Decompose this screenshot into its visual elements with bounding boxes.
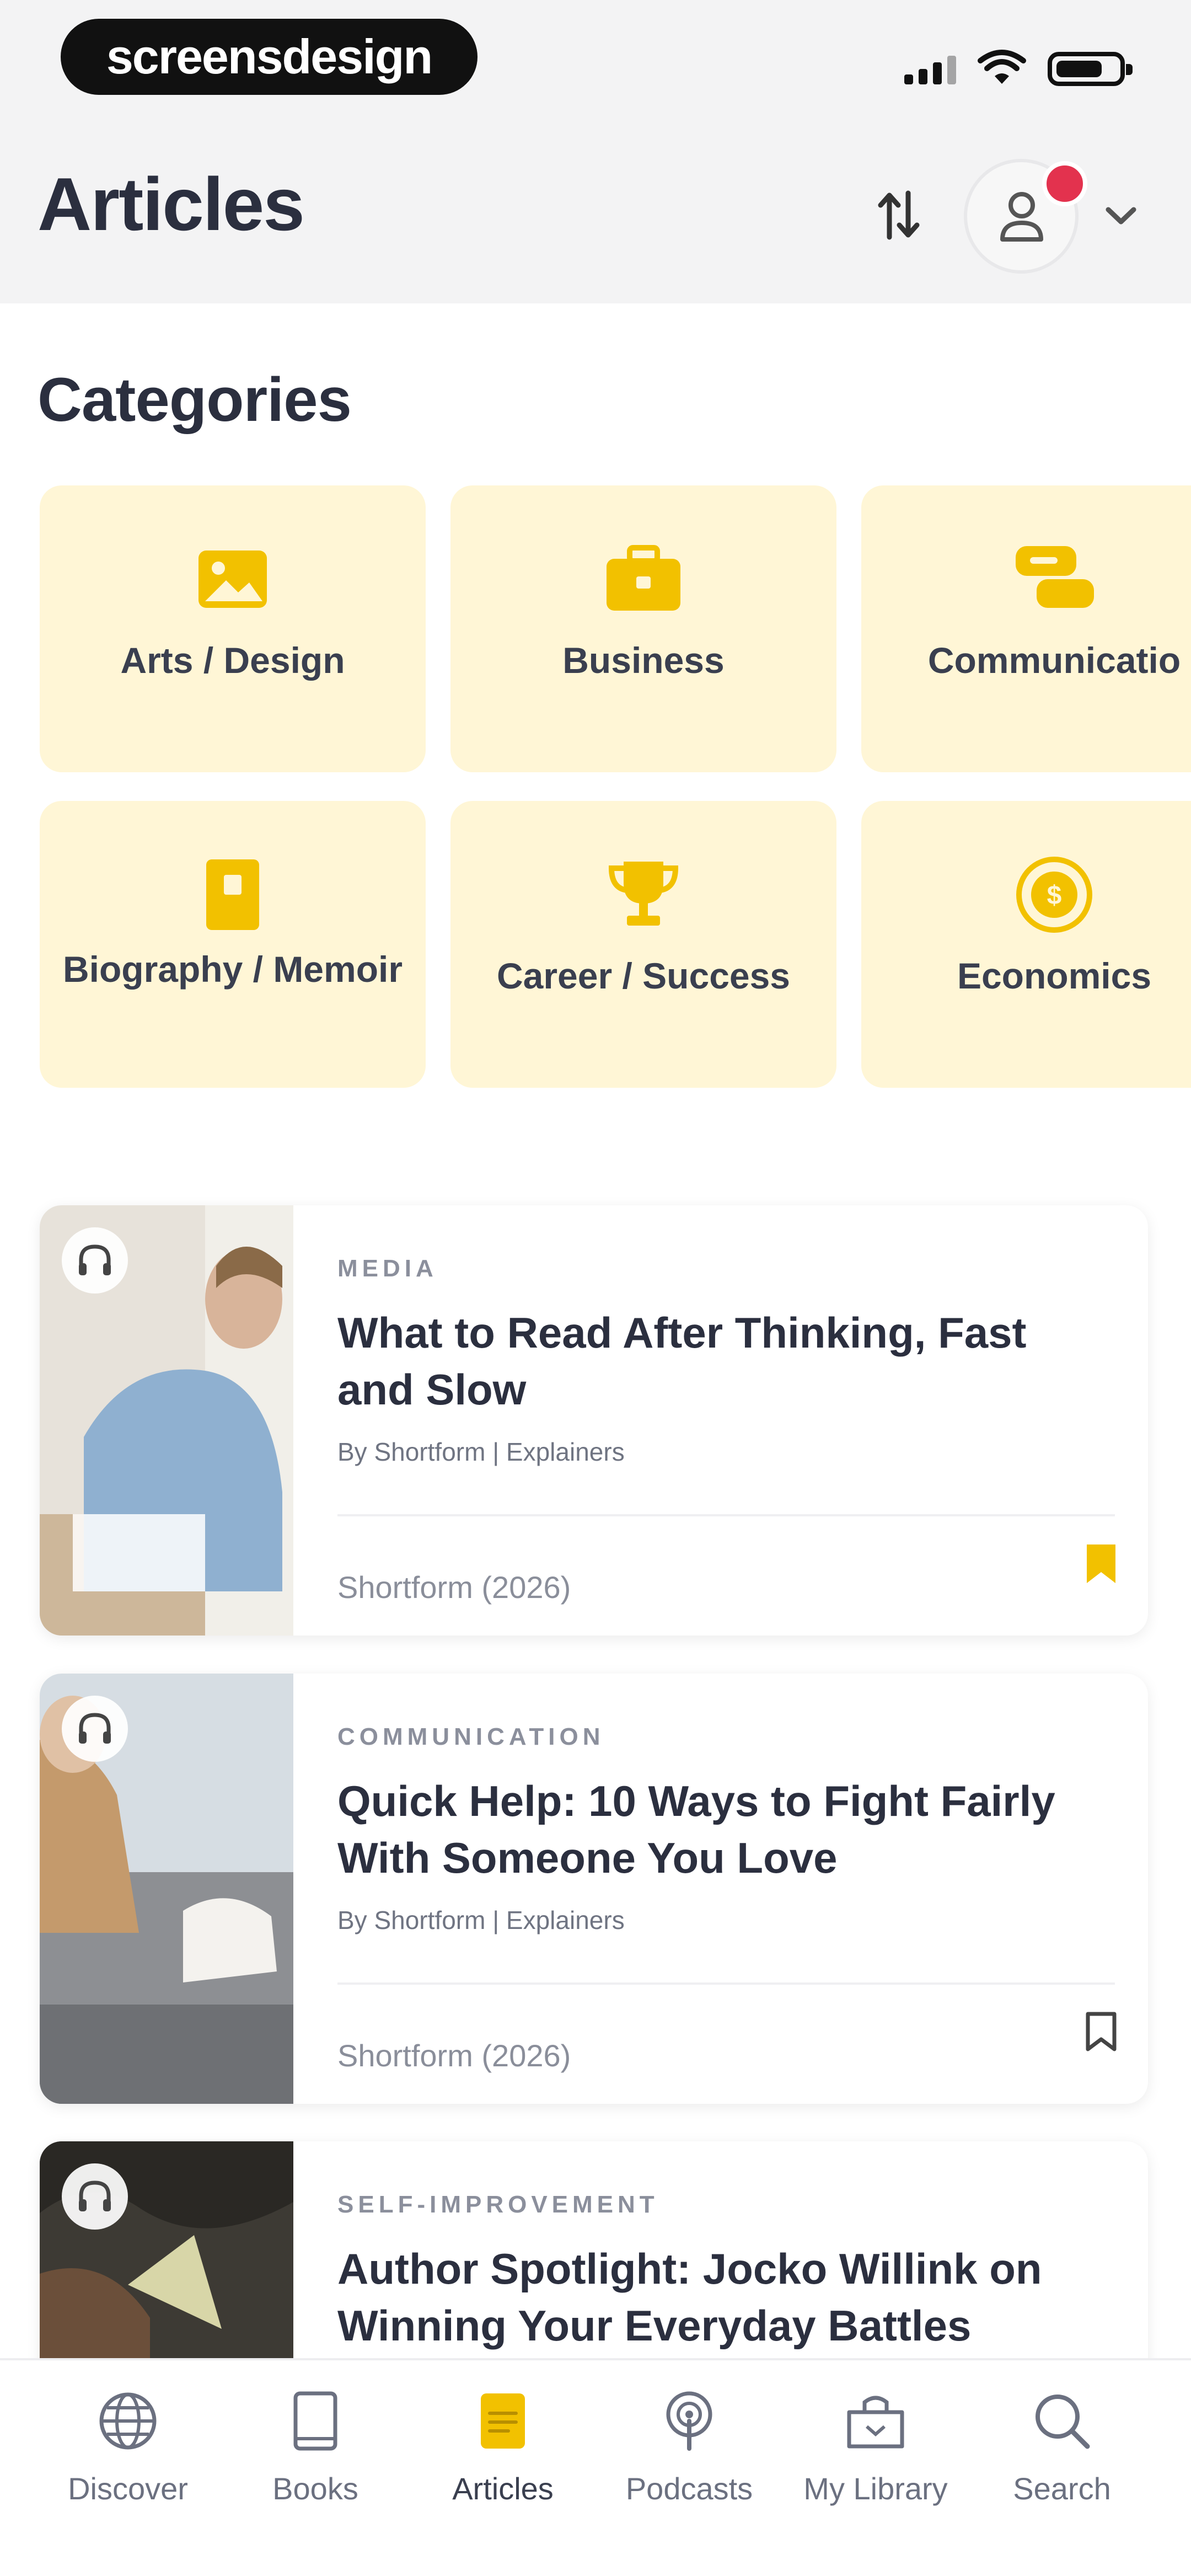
bookmark-outline-icon	[1086, 2012, 1117, 2051]
bookmark-filled-icon	[1087, 1544, 1115, 1583]
nav-search[interactable]: Search	[968, 2377, 1156, 2542]
sort-button[interactable]	[871, 182, 926, 248]
divider	[337, 1514, 1115, 1516]
status-bar	[882, 44, 1133, 94]
bookmark-button[interactable]	[1076, 2005, 1126, 2060]
article-category: MEDIA	[337, 1255, 438, 1282]
notification-badge	[1042, 161, 1087, 206]
article-source: Shortform (2026)	[337, 1570, 571, 1605]
nav-books[interactable]: Books	[222, 2377, 409, 2542]
article-source: Shortform (2026)	[337, 2038, 571, 2073]
signal-icon	[904, 54, 956, 84]
article-title: Author Spotlight: Jocko Willink on Winni…	[337, 2244, 1042, 2350]
battery-icon	[1048, 52, 1133, 86]
bottom-nav: Discover Books Articles Podcasts My Libr…	[0, 2358, 1191, 2576]
image-icon	[198, 551, 267, 608]
category-tile-communication[interactable]: Communicatio	[861, 485, 1191, 772]
headphones-icon	[79, 2180, 111, 2211]
user-icon	[1000, 192, 1043, 242]
article-title: What to Read After Thinking, Fast and Sl…	[337, 1308, 1027, 1414]
bookmark-button[interactable]	[1076, 1536, 1126, 1591]
article-card[interactable]: COMMUNICATION Quick Help: 10 Ways to Fig…	[40, 1674, 1148, 2104]
category-tile-career-success[interactable]: Career / Success	[450, 801, 836, 1088]
nav-label: Discover	[68, 2471, 188, 2506]
headphones-icon	[79, 1713, 111, 1744]
globe-icon	[99, 2392, 157, 2450]
categories-heading: Categories	[37, 365, 352, 434]
article-thumbnail	[40, 1674, 293, 2104]
nav-articles[interactable]: Articles	[409, 2377, 597, 2542]
brand-pill: screensdesign	[61, 19, 478, 95]
article-category: COMMUNICATION	[337, 1723, 605, 1750]
book-icon	[206, 859, 259, 930]
articles-screen: screensdesign Articles Categories Arts /…	[0, 0, 1191, 2576]
sort-icon	[878, 190, 920, 240]
library-icon	[847, 2396, 904, 2449]
headphones-badge	[62, 1696, 128, 1762]
category-label: Communicatio	[927, 640, 1181, 681]
article-card[interactable]: MEDIA What to Read After Thinking, Fast …	[40, 1205, 1148, 1636]
article-byline: By Shortform | Explainers	[337, 1437, 625, 1466]
nav-discover[interactable]: Discover	[34, 2377, 222, 2542]
category-label: Business	[562, 640, 725, 681]
article-byline: By Shortform | Explainers	[337, 1906, 625, 1934]
categories-grid: Arts / Design Business Communicatio Biog…	[40, 485, 1191, 1092]
divider	[337, 1982, 1115, 1985]
wifi-icon	[978, 50, 1026, 84]
chevron-down-icon[interactable]	[1102, 199, 1140, 232]
article-thumbnail	[40, 1205, 293, 1636]
article-icon	[481, 2393, 525, 2449]
nav-label: My Library	[803, 2471, 948, 2506]
nav-label: Books	[272, 2471, 358, 2506]
category-tile-economics[interactable]: $ Economics	[861, 801, 1191, 1088]
nav-podcasts[interactable]: Podcasts	[596, 2377, 783, 2542]
coin-icon: $	[1016, 857, 1092, 933]
category-tile-business[interactable]: Business	[450, 485, 836, 772]
headphones-badge	[62, 1227, 128, 1294]
headphones-badge	[62, 2163, 128, 2230]
trophy-icon	[608, 862, 679, 926]
nav-label: Articles	[452, 2471, 554, 2506]
article-category: SELF-IMPROVEMENT	[337, 2191, 659, 2218]
nav-label: Podcasts	[625, 2471, 753, 2506]
headphones-icon	[79, 1244, 111, 1275]
svg-text:$: $	[1047, 881, 1062, 910]
chat-bubbles-icon	[1016, 546, 1094, 608]
book-outline-icon	[293, 2391, 337, 2451]
category-label: Arts / Design	[120, 640, 345, 681]
article-title: Quick Help: 10 Ways to Fight Fairly With…	[337, 1777, 1055, 1882]
header: screensdesign Articles	[0, 0, 1191, 303]
briefcase-icon	[607, 545, 680, 611]
category-label: Biography / Memoir	[62, 949, 403, 990]
nav-label: Search	[1013, 2471, 1111, 2506]
brand-text: screensdesign	[106, 29, 433, 84]
search-icon	[1036, 2395, 1090, 2449]
page-title: Articles	[37, 162, 305, 246]
category-label: Economics	[957, 955, 1152, 996]
category-tile-biography-memoir[interactable]: Biography / Memoir	[40, 801, 426, 1088]
nav-my-library[interactable]: My Library	[782, 2377, 969, 2542]
category-tile-arts-design[interactable]: Arts / Design	[40, 485, 426, 772]
podcast-icon	[666, 2391, 712, 2451]
category-label: Career / Success	[496, 955, 791, 996]
